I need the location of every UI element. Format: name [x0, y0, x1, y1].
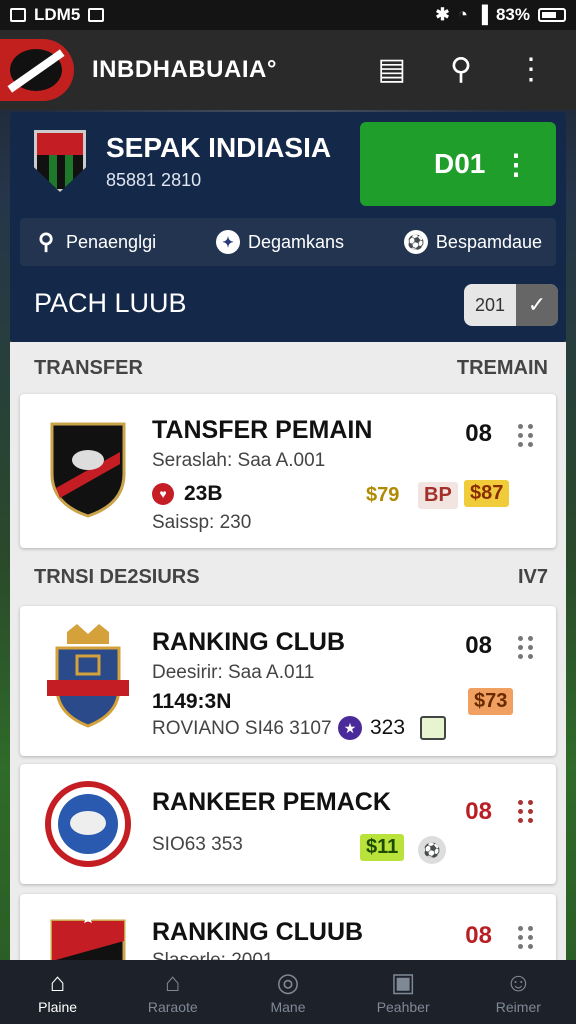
primary-action-button[interactable]: D01 ⋮ [360, 122, 556, 206]
app-bar: INBDHABUAIA° ▤ ⚲ ⋮ [0, 30, 576, 110]
card-number: 08 [465, 632, 492, 659]
ball-icon: ◎ [276, 967, 300, 997]
heart-icon: ♥ [152, 483, 174, 505]
club-logo [36, 774, 140, 874]
nav-label: Mane [270, 999, 306, 1015]
price-tag: $87 [464, 480, 510, 507]
app-title: INBDHABUAIA° [92, 56, 277, 83]
card-line: SIO63 353 [152, 834, 243, 855]
card-badge-value: 323 [370, 716, 406, 739]
drag-handle-icon[interactable] [518, 926, 536, 949]
year-value: 201 [474, 294, 506, 315]
club-logo [36, 906, 140, 960]
card-title: TANSFER PEMAIN [152, 416, 373, 444]
club-logo [36, 416, 140, 520]
section-title: PACH LUUB [34, 288, 187, 318]
bluetooth-icon: ✱ [435, 5, 450, 24]
club-name: SEPAK INDIASIA [106, 131, 332, 163]
nav-item-2[interactable]: ⌂ Raraote [123, 969, 223, 1015]
device-icon[interactable] [420, 716, 446, 740]
club-subtitle: 85881 2810 [106, 169, 202, 190]
filter-bar: ⚲ Penaenglgi ✦ Degamkans ⚽ Bespamdaue [20, 218, 556, 266]
card-number: 08 [465, 420, 492, 447]
nav-item-3[interactable]: ◎ Mane [238, 969, 338, 1015]
battery-percent: 83% [495, 5, 530, 24]
wifi-icon: ◔ [457, 5, 468, 24]
nav-label: Raraote [147, 999, 198, 1015]
status-bar: LDM5 ✱ ◔ ▐ 83% [0, 0, 576, 30]
house-icon: ⌂ [164, 967, 181, 997]
list-item[interactable]: TANSFER PEMAIN Seraslah: Saa A.001 ♥ 23B… [20, 394, 556, 548]
star-icon: ★ [338, 716, 362, 740]
drag-handle-icon[interactable] [518, 424, 536, 447]
ball-icon: ⚽ [403, 230, 428, 254]
nav-item-5[interactable]: ☺ Reimer [468, 969, 568, 1015]
nav-item-home[interactable]: ⌂ Plaine [8, 969, 108, 1015]
list-item[interactable]: RANKING CLUB Deesirir: Saa A.011 1149:3N… [20, 606, 556, 756]
filter-label: Penaenglgi [66, 231, 157, 252]
notification-icon [10, 8, 26, 22]
filter-chip-3[interactable]: ⚽ Bespamdaue [403, 230, 542, 254]
home-icon: ⌂ [49, 967, 66, 997]
search-icon[interactable]: ⚲ [450, 55, 472, 85]
star-icon: ✦ [215, 230, 240, 254]
card-number: 08 [465, 798, 492, 825]
nav-label: Plaine [38, 999, 78, 1015]
battery-icon [538, 8, 566, 22]
section-header-left: TRANSFER [34, 356, 143, 379]
card-line: Saissp: 230 [152, 512, 252, 533]
section-header-left: TRNSI DE2SIURS [34, 565, 200, 588]
nav-label: Peahber [376, 999, 430, 1015]
search-icon: ⚲ [37, 229, 55, 254]
card-badge-value: 23B [184, 482, 223, 505]
club-crest-icon [34, 130, 86, 192]
news-icon[interactable]: ▤ [378, 55, 406, 85]
filter-chip-2[interactable]: ✦ Degamkans [215, 230, 345, 254]
card-line: Slaserle: 2001 [152, 950, 273, 960]
card-line: Seraslah: Saa A.001 [152, 450, 326, 471]
filter-label: Bespamdaue [435, 231, 542, 252]
section-header: TRANSFER TREMAIN [10, 342, 566, 394]
section-header-right[interactable]: TREMAIN [457, 357, 548, 380]
drag-handle-icon[interactable] [518, 636, 536, 659]
status-left-text: LDM5 [34, 5, 81, 24]
card-title: RANKING CLUB [152, 628, 346, 656]
box-icon: ▣ [390, 967, 416, 997]
chevron-check-icon[interactable]: ✓ [516, 284, 558, 326]
signal-icon: ▐ [475, 5, 488, 24]
price-tag: $73 [468, 688, 514, 715]
content-list: TRANSFER TREMAIN TANSFER PEMAIN Seraslah… [10, 342, 566, 960]
app-logo[interactable] [0, 39, 74, 101]
section-header: TRNSI DE2SIURS IV7 [10, 548, 566, 606]
card-number: 08 [465, 922, 492, 949]
card-badge-row: ★ 323 [338, 716, 405, 740]
person-icon: ☺ [505, 967, 532, 997]
card-title: RANKEER PEMACK [152, 788, 391, 816]
club-logo [36, 620, 140, 730]
primary-action-label: D01 [434, 148, 486, 179]
nav-item-4[interactable]: ▣ Peahber [353, 969, 453, 1015]
drag-handle-icon[interactable] [518, 800, 536, 823]
filter-label: Degamkans [247, 231, 345, 252]
club-header-panel: SEPAK INDIASIA 85881 2810 D01 ⋮ ⚲ Penaen… [10, 112, 566, 342]
more-vert-icon[interactable]: ⋮ [516, 55, 546, 85]
section-header-right[interactable]: IV7 [518, 566, 548, 589]
filter-chip-1[interactable]: ⚲ Penaenglgi [34, 229, 157, 254]
year-selector[interactable]: 201 ✓ [464, 284, 558, 326]
card-line: ROVIANO SI46 3107 [152, 718, 332, 739]
more-vert-icon[interactable]: ⋮ [502, 148, 530, 181]
image-notification-icon [88, 8, 105, 22]
bottom-nav: ⌂ Plaine ⌂ Raraote ◎ Mane ▣ Peahber ☺ Re… [0, 960, 576, 1024]
list-item[interactable]: RANKING CLUUB Slaserle: 2001 08 [20, 894, 556, 960]
price-tag: $11 [360, 834, 405, 861]
nav-label: Reimer [495, 999, 541, 1015]
ball-icon[interactable]: ⚽ [418, 836, 446, 864]
price-tag: BP [418, 482, 458, 509]
list-item[interactable]: RANKEER PEMACK SIO63 353 08 $11 ⚽ [20, 764, 556, 884]
price-tag: $79 [366, 484, 400, 506]
card-title: RANKING CLUUB [152, 918, 364, 946]
card-line: Deesirir: Saa A.011 [152, 662, 315, 683]
card-line: 1149:3N [152, 690, 232, 713]
card-badge-row: ♥ 23B [152, 482, 223, 506]
